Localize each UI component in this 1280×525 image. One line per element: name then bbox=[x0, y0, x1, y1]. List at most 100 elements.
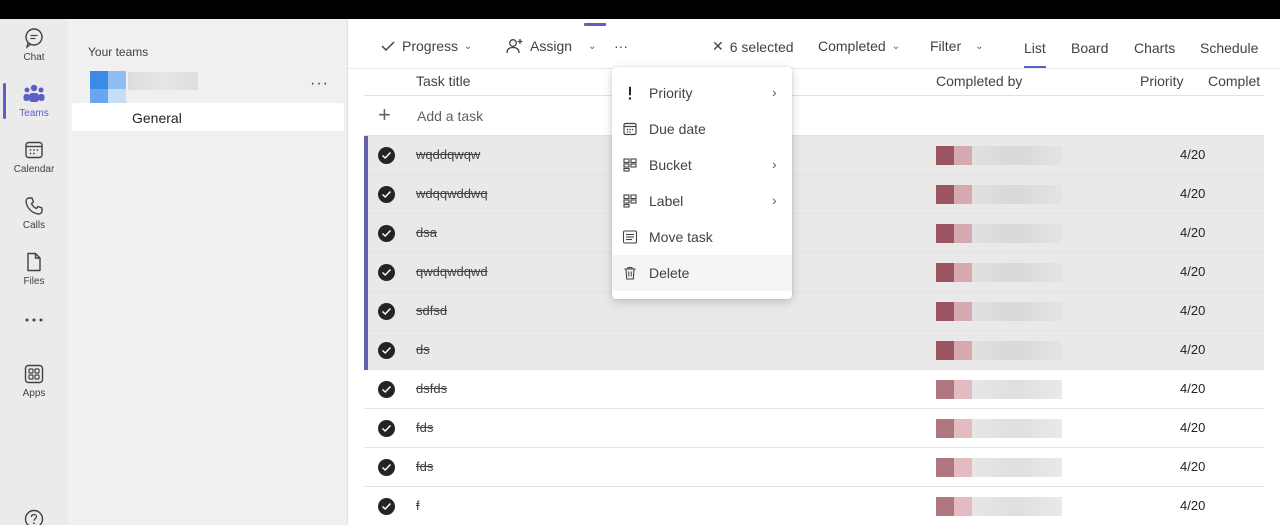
selection-indicator bbox=[364, 214, 368, 253]
column-priority[interactable]: Priority bbox=[1140, 73, 1184, 89]
team-name-redacted bbox=[128, 72, 198, 90]
rail-item-chat[interactable]: Chat bbox=[0, 19, 68, 71]
completed-check-icon[interactable] bbox=[378, 381, 395, 398]
channel-item-general[interactable]: General bbox=[72, 103, 344, 131]
file-icon bbox=[27, 252, 41, 272]
completed-check-icon[interactable] bbox=[378, 264, 395, 281]
chat-icon bbox=[25, 28, 43, 49]
assignee-avatar-redacted bbox=[936, 458, 954, 477]
grid-header: Task title Completed by Priority Complet bbox=[364, 69, 1264, 96]
assignee-avatar-redacted bbox=[954, 302, 972, 321]
assignee-avatar-redacted bbox=[936, 302, 954, 321]
filter-button[interactable]: Filter ⌄ bbox=[930, 38, 984, 54]
team-avatar[interactable] bbox=[90, 71, 126, 107]
table-row[interactable]: dsa 4/20 bbox=[364, 214, 1264, 253]
assignee-avatar-redacted bbox=[936, 185, 954, 204]
table-row[interactable]: qwdqwdqwd 4/20 bbox=[364, 253, 1264, 292]
rail-item-apps[interactable]: Apps bbox=[0, 355, 68, 407]
assignee-name-redacted bbox=[972, 419, 1062, 438]
toolbar-indicator bbox=[584, 23, 606, 26]
completed-check-icon[interactable] bbox=[378, 342, 395, 359]
planner-main: Progress ⌄ Assign ⌄ ··· ✕ 6 selected Com… bbox=[348, 19, 1280, 525]
apps-icon bbox=[24, 364, 44, 384]
more-options-button[interactable]: ··· bbox=[614, 38, 628, 54]
table-row[interactable]: fds 4/20 bbox=[364, 448, 1264, 487]
assign-button[interactable]: Assign ⌄ bbox=[506, 38, 596, 54]
table-row[interactable]: wdqqwddwq 4/20 bbox=[364, 175, 1264, 214]
team-more-button[interactable]: ··· bbox=[310, 75, 329, 93]
task-title[interactable]: wdqqwddwq bbox=[416, 186, 488, 201]
rail-item-more[interactable] bbox=[0, 305, 68, 335]
selected-count: 6 selected bbox=[729, 38, 794, 55]
assignee-name-redacted bbox=[972, 497, 1062, 516]
progress-button[interactable]: Progress ⌄ bbox=[380, 38, 472, 54]
menu-item-due-date[interactable]: Due date bbox=[612, 111, 792, 147]
completed-check-icon[interactable] bbox=[378, 225, 395, 242]
add-person-icon bbox=[506, 39, 523, 54]
teams-icon bbox=[23, 84, 45, 102]
table-row[interactable]: ds 4/20 bbox=[364, 331, 1264, 370]
assignee-name-redacted bbox=[972, 341, 1062, 360]
rail-item-files[interactable]: Files bbox=[0, 243, 68, 295]
task-title[interactable]: dsfds bbox=[416, 381, 447, 396]
table-row[interactable]: sdfsd 4/20 bbox=[364, 292, 1264, 331]
column-completed-date[interactable]: Complet bbox=[1208, 73, 1260, 89]
assignee-avatar-redacted bbox=[936, 419, 954, 438]
completed-date: 4/20 bbox=[1180, 381, 1206, 396]
table-row[interactable]: wqddqwqw 4/20 bbox=[364, 136, 1264, 175]
rail-item-calendar[interactable]: Calendar bbox=[0, 131, 68, 183]
selection-indicator bbox=[364, 175, 368, 214]
close-icon: ✕ bbox=[712, 38, 724, 54]
rail-item-help[interactable] bbox=[0, 499, 68, 525]
rail-item-teams[interactable]: Teams bbox=[0, 75, 68, 127]
menu-item-label: Delete bbox=[649, 265, 690, 281]
completed-check-icon[interactable] bbox=[378, 147, 395, 164]
task-title[interactable]: fds bbox=[416, 459, 433, 474]
exclamation-icon bbox=[622, 85, 638, 101]
rail-item-label: Files bbox=[23, 276, 45, 287]
completed-filter-button[interactable]: Completed ⌄ bbox=[818, 38, 900, 54]
column-task-title[interactable]: Task title bbox=[416, 73, 470, 89]
menu-item-label: Bucket bbox=[649, 157, 692, 173]
menu-item-priority[interactable]: Priority › bbox=[612, 75, 792, 111]
chevron-right-icon: › bbox=[772, 192, 777, 208]
rail-item-label: Teams bbox=[19, 108, 49, 119]
menu-item-delete[interactable]: Delete bbox=[612, 255, 792, 291]
checkmark-icon bbox=[381, 41, 395, 52]
selection-indicator bbox=[364, 136, 368, 175]
assignee-name-redacted bbox=[972, 458, 1062, 477]
table-row[interactable]: dsfds 4/20 bbox=[364, 370, 1264, 409]
completed-check-icon[interactable] bbox=[378, 420, 395, 437]
menu-item-move-task[interactable]: Move task bbox=[612, 219, 792, 255]
task-title[interactable]: fds bbox=[416, 420, 433, 435]
completed-check-icon[interactable] bbox=[378, 186, 395, 203]
task-title[interactable]: dsa bbox=[416, 225, 437, 240]
task-title[interactable]: ds bbox=[416, 342, 430, 357]
tab-board[interactable]: Board bbox=[1071, 40, 1108, 56]
task-title[interactable]: f bbox=[416, 498, 420, 513]
add-task-row[interactable]: + Add a task bbox=[364, 96, 1264, 136]
tab-list[interactable]: List bbox=[1024, 40, 1046, 68]
assignee-avatar-redacted bbox=[936, 497, 954, 516]
chevron-right-icon: › bbox=[772, 84, 777, 100]
completed-check-icon[interactable] bbox=[378, 459, 395, 476]
task-title[interactable]: sdfsd bbox=[416, 303, 447, 318]
label-icon bbox=[622, 193, 638, 209]
rail-item-calls[interactable]: Calls bbox=[0, 187, 68, 239]
menu-item-label[interactable]: Label › bbox=[612, 183, 792, 219]
rail-item-label: Calendar bbox=[13, 164, 55, 175]
assignee-avatar-redacted bbox=[954, 341, 972, 360]
completed-check-icon[interactable] bbox=[378, 498, 395, 515]
menu-item-bucket[interactable]: Bucket › bbox=[612, 147, 792, 183]
filter-label: Filter bbox=[930, 38, 962, 54]
table-row[interactable]: f 4/20 bbox=[364, 487, 1264, 525]
completed-check-icon[interactable] bbox=[378, 303, 395, 320]
table-row[interactable]: fds 4/20 bbox=[364, 409, 1264, 448]
tab-charts[interactable]: Charts bbox=[1134, 40, 1175, 56]
column-completed-by[interactable]: Completed by bbox=[936, 73, 1022, 89]
menu-item-text: Label bbox=[649, 193, 684, 209]
task-title[interactable]: qwdqwdqwd bbox=[416, 264, 488, 279]
clear-selection-button[interactable]: ✕ 6 selected bbox=[712, 38, 794, 55]
tab-schedule[interactable]: Schedule bbox=[1200, 40, 1258, 56]
task-title[interactable]: wqddqwqw bbox=[416, 147, 480, 162]
